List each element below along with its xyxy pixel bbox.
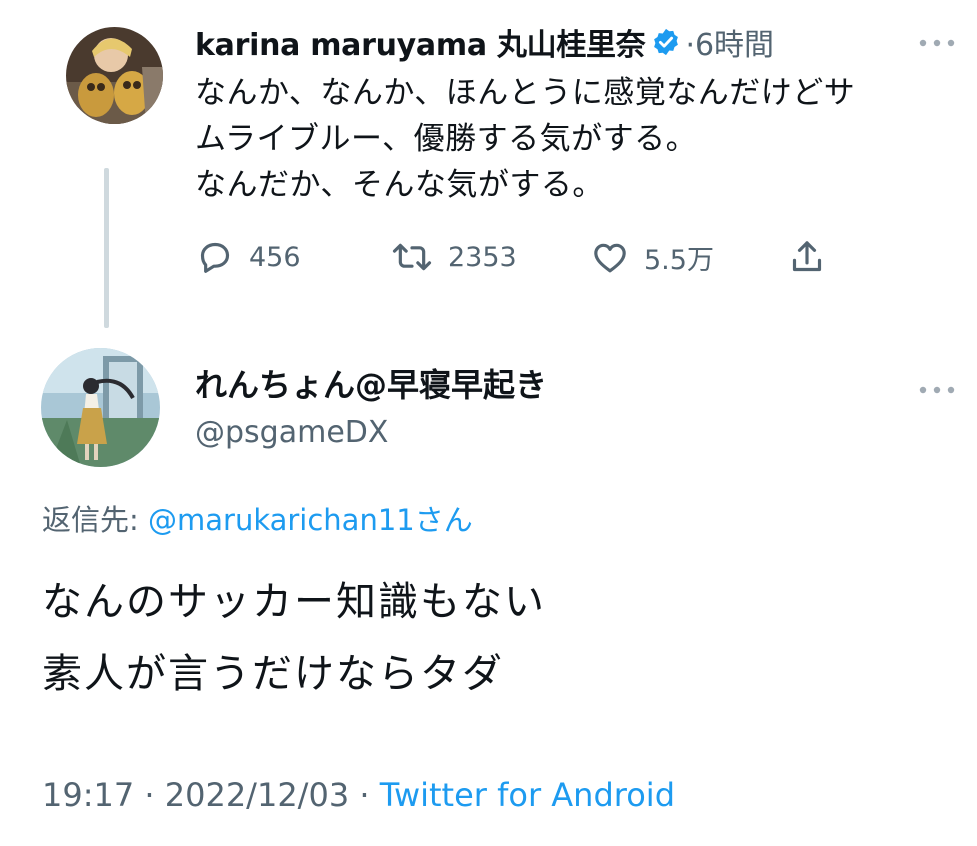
mention-suffix: さん [414, 503, 473, 537]
reply-button[interactable]: 456 [195, 234, 301, 280]
verified-badge-icon [651, 27, 681, 57]
retweet-count: 2353 [448, 241, 517, 273]
reply-tweet-text: なんのサッカー知識もない 素人が言うだけならタダ [42, 566, 546, 710]
reply-author-name[interactable]: れんちょん@早寝早起き [195, 360, 547, 406]
replying-to: 返信先: @marukarichan11さん [42, 497, 473, 539]
tweet-source-link[interactable]: Twitter for Android [380, 776, 675, 814]
parent-tweet-time[interactable]: ·6時間 [685, 20, 774, 64]
parent-author-name[interactable]: karina maruyama 丸山桂里奈 [195, 20, 646, 64]
replying-to-mention-link[interactable]: @marukarichan11さん [148, 503, 473, 537]
retweet-icon [390, 237, 434, 277]
reply-tweet-line: 素人が言うだけならタダ [42, 651, 504, 697]
reply-author-handle[interactable]: @psgameDX [195, 415, 388, 450]
parent-tweet-text: なんか、なんか、ほんとうに感覚なんだけどサ ムライブルー、優勝する気がする。 な… [195, 70, 955, 208]
parent-tweet-line: ムライブルー、優勝する気がする。 [195, 121, 698, 157]
share-icon [787, 237, 827, 277]
share-button[interactable] [787, 234, 827, 280]
mention-handle: @marukarichan11 [148, 503, 415, 537]
tweet-metadata: 19:17 · 2022/12/03 · Twitter for Android [42, 776, 675, 814]
thread-connector-line [104, 168, 109, 328]
heart-icon [590, 237, 630, 277]
author-avatar-image [66, 27, 163, 124]
parent-tweet-line: なんか、なんか、ほんとうに感覚なんだけどサ [195, 75, 856, 111]
more-icon[interactable] [917, 34, 957, 47]
reply-avatar-image [41, 348, 160, 467]
author-avatar[interactable] [66, 27, 163, 124]
more-icon[interactable] [917, 381, 957, 394]
reply-tweet-line: なんのサッカー知識もない [42, 579, 546, 625]
reply-count: 456 [249, 241, 301, 273]
like-count: 5.5万 [644, 244, 714, 276]
reply-icon [195, 237, 235, 277]
replying-to-label: 返信先: [42, 503, 148, 537]
parent-tweet-header: karina maruyama 丸山桂里奈 ·6時間 [195, 20, 774, 64]
tweet-timestamp[interactable]: 19:17 · 2022/12/03 · [42, 776, 380, 814]
like-button[interactable]: 5.5万 [590, 234, 714, 280]
reply-author-avatar[interactable] [41, 348, 160, 467]
parent-tweet-line: なんだか、そんな気がする。 [195, 167, 604, 203]
retweet-button[interactable]: 2353 [390, 234, 517, 280]
